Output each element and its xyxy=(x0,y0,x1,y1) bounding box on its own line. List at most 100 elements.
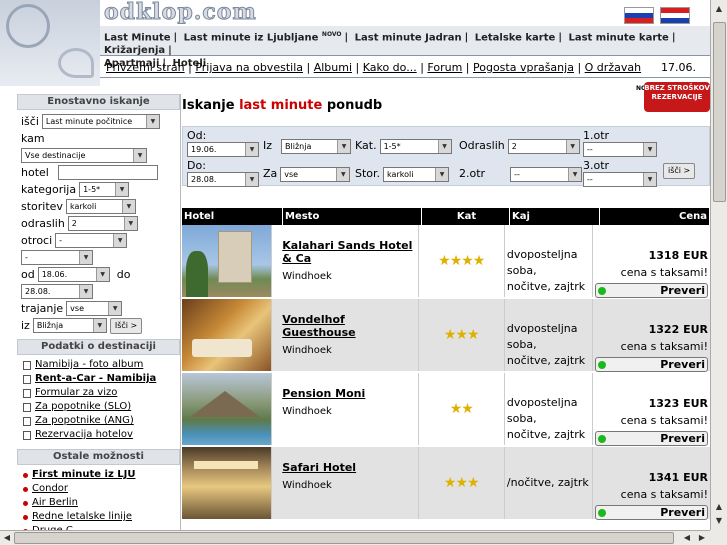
nav-krizarjenja[interactable]: Križarjenja xyxy=(104,45,165,56)
form-duration-select[interactable]: vse ▼ xyxy=(280,167,351,182)
nav-last-minute-jadran[interactable]: Last minute Jadran xyxy=(355,32,462,43)
chevron-down-icon: ▼ xyxy=(336,168,350,181)
chevron-down-icon: ▼ xyxy=(435,168,449,181)
hotel-name-link[interactable]: Safari Hotel xyxy=(282,461,417,474)
form-child1-select[interactable]: -- ▼ xyxy=(583,142,657,157)
form-service-select[interactable]: karkoli ▼ xyxy=(383,167,450,182)
link-privzemi-stran[interactable]: Privzemi stran xyxy=(106,61,185,74)
horizontal-scrollbar[interactable]: ◀ ◀ ▶ xyxy=(0,530,710,545)
croatia-flag-icon[interactable] xyxy=(660,7,690,24)
hotel-photo[interactable] xyxy=(182,225,272,297)
link-rent-a-car[interactable]: Rent-a-Car - Namibija xyxy=(35,372,156,386)
children-age-select[interactable]: - ▼ xyxy=(21,250,93,265)
date-from-select[interactable]: 18.06. ▼ xyxy=(37,267,110,282)
hotel-name-link[interactable]: Pension Moni xyxy=(282,387,417,400)
nav-last-minute-ljubljana[interactable]: Last minute iz Ljubljane xyxy=(184,32,319,43)
link-o-drzavah[interactable]: O državah xyxy=(585,61,641,74)
scroll-left-icon[interactable]: ◀ xyxy=(0,531,14,545)
preveri-button[interactable]: Preveri xyxy=(595,357,708,372)
hotel-photo[interactable] xyxy=(182,447,272,519)
children-select[interactable]: - ▼ xyxy=(55,233,128,248)
destination-select[interactable]: Vse destinacije ▼ xyxy=(21,148,147,163)
hotel-name-link[interactable]: Kalahari Sands Hotel & Ca xyxy=(282,239,417,265)
scroll-left-icon[interactable]: ◀ xyxy=(680,531,694,545)
document-icon xyxy=(23,388,31,398)
preveri-button[interactable]: Preveri xyxy=(595,283,708,298)
horizontal-scroll-thumb[interactable] xyxy=(14,532,674,544)
nav-last-minute[interactable]: Last Minute xyxy=(104,32,171,43)
chevron-down-icon: ▼ xyxy=(643,173,656,186)
link-forum[interactable]: Forum xyxy=(427,61,462,74)
link-foto-album[interactable]: Namibija - foto album xyxy=(35,358,143,372)
duration-select[interactable]: vse ▼ xyxy=(66,301,123,316)
preveri-button[interactable]: Preveri xyxy=(595,505,708,520)
table-row: Safari Hotel Windhoek ★★★ /nočitve, zajt… xyxy=(182,447,710,520)
vertical-scrollbar[interactable]: ▲ ▲ ▼ xyxy=(710,0,727,530)
link-albumi[interactable]: Albumi xyxy=(314,61,352,74)
link-kako-do[interactable]: Kako do... xyxy=(363,61,417,74)
link-condor[interactable]: Condor xyxy=(32,482,68,496)
scroll-up-icon[interactable]: ▲ xyxy=(712,2,726,16)
link-popotnike-ang[interactable]: Za popotnike (ANG) xyxy=(35,414,134,428)
search-type-value: Last minute počitnice xyxy=(45,116,133,126)
list-item: Condor xyxy=(23,482,174,496)
nav-last-minute-karte[interactable]: Last minute karte xyxy=(568,32,668,43)
main-content: Iskanje last minute ponudb NOVO BREZ STR… xyxy=(182,82,710,530)
preveri-label: Preveri xyxy=(660,358,705,371)
form-child2-value: -- xyxy=(514,170,520,179)
form-category-select[interactable]: 1-5* ▼ xyxy=(379,139,452,154)
brand-logo[interactable]: odklop.com xyxy=(104,0,264,26)
sidebar-search-button[interactable]: Išči > xyxy=(109,317,143,334)
col-cena: Cena xyxy=(600,208,710,225)
hotel-input[interactable] xyxy=(57,165,158,180)
current-date: 17.06. xyxy=(661,61,696,74)
label-otr2: 2.otr xyxy=(459,167,486,180)
chevron-down-icon: ▼ xyxy=(245,173,258,186)
offer-line: soba, xyxy=(506,338,537,351)
nav-letalske-karte[interactable]: Letalske karte xyxy=(475,32,556,43)
form-date-to-select[interactable]: 28.08. ▼ xyxy=(187,172,259,187)
form-category-value: 1-5* xyxy=(383,142,401,151)
category-select[interactable]: 1-5* ▼ xyxy=(79,182,130,197)
scroll-down-icon[interactable]: ▼ xyxy=(712,514,726,528)
page-title: Iskanje last minute ponudb xyxy=(182,98,382,113)
link-first-minute[interactable]: First minute iz LJU xyxy=(32,468,135,482)
link-prijava[interactable]: Prijava na obvestila xyxy=(195,61,303,74)
form-search-button[interactable]: išči > xyxy=(663,163,696,179)
price-cell: 1341 EUR cena s taksami! Preveri xyxy=(592,447,710,520)
children-value: - xyxy=(59,235,63,245)
search-type-select[interactable]: Last minute počitnice ▼ xyxy=(41,114,160,129)
adults-select[interactable]: 2 ▼ xyxy=(67,216,138,231)
link-redne-linije[interactable]: Redne letalske linije xyxy=(32,510,132,524)
link-faq[interactable]: Pogosta vprašanja xyxy=(473,61,574,74)
form-child3-select[interactable]: -- ▼ xyxy=(583,172,657,187)
form-departure-select[interactable]: Bližnja ▼ xyxy=(281,139,352,154)
link-rezervacija-hotelov[interactable]: Rezervacija hotelov xyxy=(35,428,133,442)
table-row: Pension Moni Windhoek ★★ dvoposteljna so… xyxy=(182,373,710,446)
departure-select[interactable]: Bližnja ▼ xyxy=(32,318,107,333)
scroll-right-icon[interactable]: ▶ xyxy=(695,531,709,545)
list-item: Air Berlin xyxy=(23,496,174,510)
slovenia-flag-icon[interactable] xyxy=(624,7,654,24)
scroll-up-icon[interactable]: ▲ xyxy=(712,500,726,514)
form-child2-select[interactable]: -- ▼ xyxy=(510,167,583,182)
service-select[interactable]: karkoli ▼ xyxy=(65,199,136,214)
link-popotnike-slo[interactable]: Za popotnike (SLO) xyxy=(35,400,131,414)
list-item: Rezervacija hotelov xyxy=(23,428,174,442)
hotel-photo[interactable] xyxy=(182,299,272,371)
chevron-down-icon: ▼ xyxy=(108,302,122,315)
form-date-from-select[interactable]: 19.06. ▼ xyxy=(187,142,259,157)
link-formular-vizo[interactable]: Formular za vizo xyxy=(35,386,117,400)
link-air-berlin[interactable]: Air Berlin xyxy=(32,496,78,510)
offer-line: soba, xyxy=(506,264,537,277)
form-adults-select[interactable]: 2 ▼ xyxy=(507,139,580,154)
destination-links: Namibija - foto album Rent-a-Car - Namib… xyxy=(17,355,180,445)
date-to-select[interactable]: 28.08. ▼ xyxy=(21,284,93,299)
preveri-button[interactable]: Preveri xyxy=(595,431,708,446)
chevron-down-icon: ▼ xyxy=(245,143,258,156)
chevron-down-icon: ▼ xyxy=(79,251,92,264)
vertical-scroll-thumb[interactable] xyxy=(713,22,726,202)
document-icon xyxy=(23,374,31,384)
hotel-name-link[interactable]: Vondelhof Guesthouse xyxy=(282,313,417,339)
hotel-photo[interactable] xyxy=(182,373,272,445)
